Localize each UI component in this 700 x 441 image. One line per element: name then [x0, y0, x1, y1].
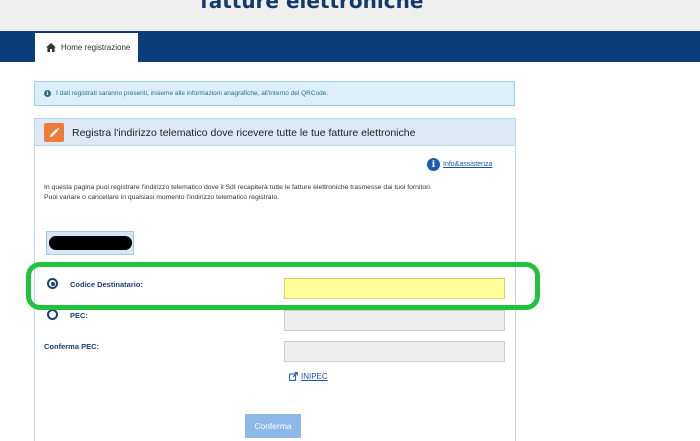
description-line-2: Puoi variare o cancellare in qualsiasi m… — [44, 194, 280, 201]
codice-destinatario-radio[interactable] — [47, 278, 58, 289]
site-header: fatture elettroniche — [0, 0, 700, 31]
page-description: In questa pagina puoi registrare l'indir… — [44, 183, 514, 203]
pencil-icon — [44, 123, 64, 142]
pec-label: PEC: — [70, 311, 88, 320]
pec-radio[interactable] — [47, 309, 58, 320]
info-alert-text: I dati registrati saranno presenti, insi… — [56, 90, 329, 97]
panel-heading: Registra l'indirizzo telematico dove ric… — [35, 119, 515, 146]
description-line-1: In questa pagina puoi registrare l'indir… — [44, 184, 432, 191]
conferma-button[interactable]: Conferma — [245, 414, 301, 438]
codice-destinatario-input[interactable] — [284, 278, 505, 299]
pec-input[interactable] — [284, 310, 505, 331]
panel-title: Registra l'indirizzo telematico dove ric… — [72, 127, 416, 139]
inipec-label: INIPEC — [301, 372, 328, 381]
home-icon — [46, 43, 56, 52]
info-alert: i I dati registrati saranno presenti, in… — [34, 81, 515, 106]
tab-home-label: Home registrazione — [61, 43, 131, 52]
radio-selected-dot — [50, 281, 55, 286]
inipec-link[interactable]: INIPEC — [289, 372, 328, 381]
nav-bar: Home registrazione — [0, 31, 700, 62]
info-circle-icon: i — [427, 158, 440, 171]
info-assistenza-link[interactable]: i Info&assistenza — [427, 158, 492, 171]
conferma-pec-label: Conferma PEC: — [44, 342, 100, 351]
info-icon: i — [44, 90, 51, 97]
conferma-pec-input[interactable] — [284, 341, 505, 362]
external-link-icon — [289, 372, 298, 381]
redacted-element — [46, 231, 134, 255]
registration-panel: Registra l'indirizzo telematico dove ric… — [34, 118, 516, 441]
site-title: fatture elettroniche — [200, 0, 424, 13]
redaction-bar — [48, 236, 132, 250]
codice-destinatario-label: Codice Destinatario: — [70, 280, 143, 289]
tab-home-registrazione[interactable]: Home registrazione — [35, 33, 138, 62]
info-assistenza-label: Info&assistenza — [443, 161, 493, 168]
